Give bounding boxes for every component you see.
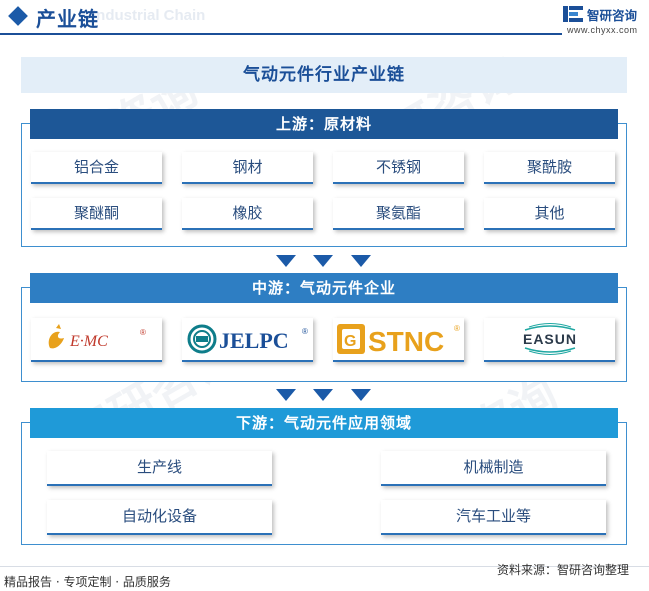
brand-url: www.chyxx.com [567,25,638,35]
diagram-title: 气动元件行业产业链 [21,57,627,93]
upstream-item: 铝合金 [31,152,162,184]
header-ghost-text: Industrial Chain [92,7,206,24]
upstream-item: 橡胶 [182,198,313,230]
downstream-item: 自动化设备 [47,500,272,535]
easun-logo-text: EASUN [522,331,576,347]
downstream-item: 汽车工业等 [381,500,606,535]
downstream-item: 机械制造 [381,451,606,486]
jelpc-registered-mark: ® [302,327,308,336]
easun-logo-icon: EASUN [522,323,576,355]
upstream-item: 聚醚酮 [31,198,162,230]
downstream-item: 生产线 [47,451,272,486]
down-arrow-icon [313,389,333,401]
midstream-header: 中游：气动元件企业 [30,273,618,303]
brand-logo-icon [563,6,583,22]
page-title: 产业链 [36,7,99,31]
jelpc-logo-icon: JELPC ® [187,324,308,354]
jelpc-logo: JELPC ® [182,318,313,362]
down-arrow-icon [351,255,371,267]
stnc-registered-mark: ® [454,324,460,333]
down-arrow-icon [351,389,371,401]
header-divider [0,33,562,35]
easun-logo: EASUN [484,318,615,362]
footer-slogan: 精品报告 · 专项定制 · 品质服务 [4,575,171,589]
jelpc-logo-text: JELPC [219,328,289,353]
downstream-header: 下游：气动元件应用领域 [30,408,618,438]
upstream-item: 聚氨酯 [333,198,464,230]
emc-logo-text: E·MC [69,333,108,350]
stnc-logo: G STNC ® [333,318,464,362]
upstream-header: 上游：原材料 [30,109,618,139]
upstream-item: 钢材 [182,152,313,184]
upstream-item: 不锈钢 [333,152,464,184]
emc-logo: E·MC ® [31,318,162,362]
emc-logo-icon: E·MC ® [48,324,146,350]
page-header: Industrial Chain 产业链 智研咨询 www.chyxx.com [0,0,649,35]
down-arrow-icon [313,255,333,267]
upstream-item: 聚酰胺 [484,152,615,184]
upstream-item: 其他 [484,198,615,230]
brand-name: 智研咨询 [587,8,638,23]
stnc-logo-icon: G STNC ® [336,324,460,357]
svg-text:G: G [344,333,356,350]
source-note: 资料来源：智研咨询整理 [497,563,630,577]
down-arrow-icon [276,255,296,267]
down-arrow-icon [276,389,296,401]
emc-registered-mark: ® [140,328,146,337]
diamond-icon [8,6,28,26]
stnc-logo-text: STNC [368,326,444,357]
